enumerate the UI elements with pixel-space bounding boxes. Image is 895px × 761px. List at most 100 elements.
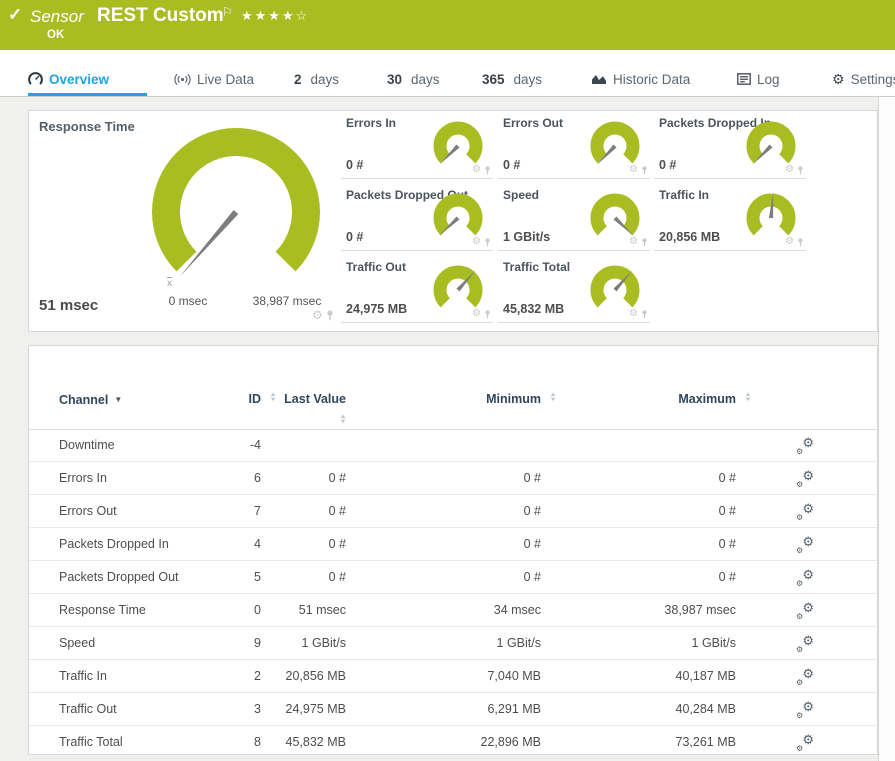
table-row-speed: Speed 9 1 GBit/s 1 GBit/s 1 GBit/s ⚙⚙: [29, 627, 877, 660]
table-row-errors-out: Errors Out 7 0 # 0 # 0 # ⚙⚙: [29, 495, 877, 528]
channel-settings-icon[interactable]: ⚙⚙: [796, 700, 814, 720]
pin-icon[interactable]: [484, 166, 491, 175]
gear-icon[interactable]: ⚙: [785, 237, 794, 247]
pin-icon[interactable]: [484, 310, 491, 319]
active-tab-underline: [28, 93, 147, 96]
cell-minimum: 34 msec: [421, 594, 541, 626]
gear-icon[interactable]: ⚙: [629, 237, 638, 247]
gear-icon[interactable]: ⚙: [472, 309, 481, 319]
cell-minimum: 22,896 MB: [421, 726, 541, 758]
pin-icon[interactable]: [326, 310, 334, 321]
gauge-cell-packets-dropped-out: Packets Dropped Out 0 # ⚙: [341, 185, 493, 251]
tab-settings[interactable]: ⚙ Settings: [832, 68, 895, 90]
tab-bar: Overview Live Data 2 days 30 days 365 da…: [0, 50, 895, 97]
cell-last-value: 51 msec: [246, 594, 346, 626]
table-row-response-time: Response Time 0 51 msec 34 msec 38,987 m…: [29, 594, 877, 627]
tab-log[interactable]: Log: [737, 68, 780, 90]
channel-settings-icon[interactable]: ⚙⚙: [796, 634, 814, 654]
gauge-cell-errors-in: Errors In 0 # ⚙: [341, 113, 493, 179]
channel-settings-icon[interactable]: ⚙⚙: [796, 436, 814, 456]
cell-maximum: 0 #: [606, 561, 736, 593]
channel-settings-icon[interactable]: ⚙⚙: [796, 601, 814, 621]
flag-icon[interactable]: ⚐: [222, 5, 233, 19]
pin-icon[interactable]: [641, 166, 648, 175]
cell-last-value: 0 #: [246, 561, 346, 593]
cell-minimum: 6,291 MB: [421, 693, 541, 725]
cell-minimum: 0 #: [421, 495, 541, 527]
gauge-cell-traffic-in: Traffic In 20,856 MB ⚙: [654, 185, 806, 251]
col-header-maximum[interactable]: Maximum▲▼: [606, 392, 736, 407]
channel-settings-icon[interactable]: ⚙⚙: [796, 469, 814, 489]
gear-icon[interactable]: ⚙: [629, 309, 638, 319]
pin-icon[interactable]: [641, 238, 648, 247]
gauge-cell-traffic-total: Traffic Total 45,832 MB ⚙: [498, 257, 650, 323]
pin-icon[interactable]: [797, 238, 804, 247]
sort-icon: ▲▼: [550, 393, 556, 403]
pin-icon[interactable]: [484, 238, 491, 247]
cell-last-value: 24,975 MB: [246, 693, 346, 725]
sort-desc-icon: ▼: [114, 395, 122, 404]
gear-icon[interactable]: ⚙: [785, 165, 794, 175]
gauge-cell-speed: Speed 1 GBit/s ⚙: [498, 185, 650, 251]
cell-minimum: 1 GBit/s: [421, 627, 541, 659]
channels-table: Channel▼ ID▲▼ Last Value▲▼ Minimum▲▼ Max…: [28, 345, 878, 755]
sort-icon: ▲▼: [745, 393, 751, 403]
col-header-channel[interactable]: Channel▼: [59, 392, 122, 408]
tab-historic-data[interactable]: Historic Data: [591, 68, 690, 90]
col-header-minimum[interactable]: Minimum▲▼: [421, 392, 541, 407]
sensor-title: REST Custom: [97, 5, 224, 27]
channel-settings-icon[interactable]: ⚙⚙: [796, 733, 814, 753]
gear-icon[interactable]: ⚙: [472, 165, 481, 175]
col-header-id[interactable]: ID▲▼: [189, 392, 261, 407]
cell-maximum: 0 #: [606, 528, 736, 560]
cell-last-value: 0 #: [246, 462, 346, 494]
cell-last-value: 0 #: [246, 495, 346, 527]
live-data-icon: [174, 73, 191, 86]
tab-30-days[interactable]: 30 days: [387, 68, 440, 90]
gauge-min-label: 0 msec: [148, 294, 228, 308]
gauge-icon: [28, 72, 43, 87]
table-header-row: Channel▼ ID▲▼ Last Value▲▼ Minimum▲▼ Max…: [29, 346, 877, 430]
sort-icon: ▲▼: [340, 415, 346, 425]
gear-icon[interactable]: ⚙: [312, 309, 323, 321]
table-body: Downtime -4 ⚙⚙ Errors In 6 0 # 0 # 0 # ⚙…: [29, 429, 877, 759]
cell-last-value: 20,856 MB: [246, 660, 346, 692]
gear-icon[interactable]: ⚙: [472, 237, 481, 247]
channel-settings-icon[interactable]: ⚙⚙: [796, 502, 814, 522]
channel-settings-icon[interactable]: ⚙⚙: [796, 568, 814, 588]
pin-icon[interactable]: [641, 310, 648, 319]
cell-maximum: 73,261 MB: [606, 726, 736, 758]
cell-maximum: 1 GBit/s: [606, 627, 736, 659]
gauge-cell-errors-out: Errors Out 0 # ⚙: [498, 113, 650, 179]
cell-last-value: 0 #: [246, 528, 346, 560]
scrollbar-track[interactable]: [878, 97, 895, 761]
status-check-icon: ✓: [8, 5, 22, 25]
table-row-errors-in: Errors In 6 0 # 0 # 0 # ⚙⚙: [29, 462, 877, 495]
response-time-value: 51 msec: [39, 297, 98, 314]
table-row-packets-dropped-out: Packets Dropped Out 5 0 # 0 # 0 # ⚙⚙: [29, 561, 877, 594]
gear-icon[interactable]: ⚙: [629, 165, 638, 175]
cell-maximum: 0 #: [606, 495, 736, 527]
tab-365-days[interactable]: 365 days: [482, 68, 542, 90]
sensor-header: ✓ Sensor REST Custom ⚐ ★★★★☆ OK: [0, 0, 895, 50]
prtg-sensor-page: ✓ Sensor REST Custom ⚐ ★★★★☆ OK Overview…: [0, 0, 895, 761]
pin-icon[interactable]: [797, 166, 804, 175]
tab-2-days[interactable]: 2 days: [294, 68, 339, 90]
tab-overview[interactable]: Overview: [28, 68, 109, 90]
cell-maximum: 40,187 MB: [606, 660, 736, 692]
gauges-panel: Response Time x 0 msec 38,987 msec 51 ms…: [28, 110, 878, 332]
tab-live-data[interactable]: Live Data: [174, 68, 254, 90]
gauge-max-label: 38,987 msec: [247, 294, 327, 308]
gauge-cell-packets-dropped-in: Packets Dropped In 0 # ⚙: [654, 113, 806, 179]
priority-stars[interactable]: ★★★★☆: [241, 8, 309, 24]
col-header-last-value[interactable]: Last Value▲▼: [280, 392, 346, 425]
channel-settings-icon[interactable]: ⚙⚙: [796, 535, 814, 555]
cell-last-value: 45,832 MB: [246, 726, 346, 758]
log-icon: [737, 73, 751, 85]
gear-icon: ⚙: [832, 72, 845, 86]
response-time-title: Response Time: [39, 119, 135, 134]
cell-minimum: 0 #: [421, 462, 541, 494]
channel-settings-icon[interactable]: ⚙⚙: [796, 667, 814, 687]
cell-maximum: 38,987 msec: [606, 594, 736, 626]
cell-minimum: 0 #: [421, 561, 541, 593]
